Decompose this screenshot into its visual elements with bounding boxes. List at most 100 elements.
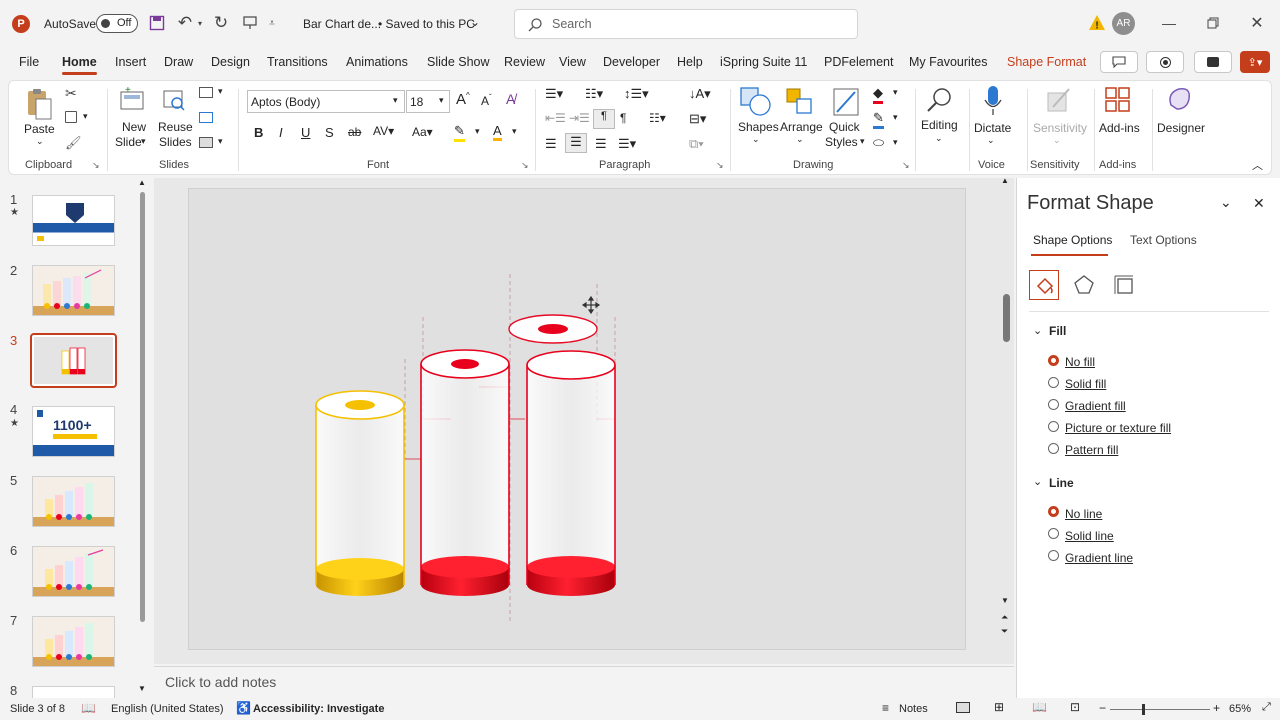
shape-fill-dropdown-icon[interactable]: ▾	[893, 87, 898, 98]
solid-fill-label[interactable]: Solid fill	[1065, 377, 1106, 391]
chevron-down-icon[interactable]: ⌄	[1033, 324, 1042, 337]
ltr-icon[interactable]: ¶	[593, 109, 615, 129]
arrange-button[interactable]: Arrange	[780, 120, 823, 134]
shape-outline-dropdown-icon[interactable]: ▾	[893, 112, 898, 123]
bold-icon[interactable]: B	[254, 125, 263, 140]
slide-thumbnail-1[interactable]	[32, 195, 115, 246]
align-text-icon[interactable]: ⊟▾	[689, 111, 706, 127]
slide-thumbnail-5[interactable]	[32, 476, 115, 527]
quick-styles-dropdown-icon[interactable]: ▾	[860, 136, 865, 147]
fill-line-tab[interactable]	[1029, 270, 1059, 300]
slide-canvas[interactable]	[188, 188, 966, 650]
text-direction-icon[interactable]: ↓A▾	[689, 86, 711, 102]
character-spacing-icon[interactable]: AV▾	[373, 124, 394, 138]
slide-thumbnail-3-selected[interactable]	[30, 333, 117, 388]
new-slide-icon[interactable]: +	[119, 85, 145, 113]
scroll-up-icon[interactable]: ▲	[1001, 176, 1009, 185]
scrollbar-thumb[interactable]	[1003, 294, 1010, 342]
tab-shape-options[interactable]: Shape Options	[1033, 233, 1112, 247]
accessibility-icon[interactable]: ♿	[236, 701, 251, 715]
tab-view[interactable]: View	[559, 55, 586, 69]
previous-slide-icon[interactable]: ⏶	[1001, 612, 1008, 623]
editing-button[interactable]: Editing	[921, 118, 958, 132]
no-line-label[interactable]: No line	[1065, 507, 1102, 521]
reuse-slides-button[interactable]: Reuse	[158, 120, 193, 134]
increase-indent-icon[interactable]: ⇥☰	[569, 111, 590, 125]
share-button[interactable]: ⇪▾	[1240, 51, 1270, 73]
notes-pane[interactable]: Click to add notes	[154, 666, 1014, 698]
layout-dropdown-icon[interactable]: ▾	[218, 86, 223, 97]
italic-icon[interactable]: I	[279, 125, 283, 140]
scroll-down-icon[interactable]: ▼	[1001, 596, 1009, 605]
quick-styles-button[interactable]: Quick	[829, 120, 860, 134]
tab-my-favourites[interactable]: My Favourites	[909, 55, 988, 69]
shapes-icon[interactable]	[739, 86, 773, 118]
gradient-fill-label[interactable]: Gradient fill	[1065, 399, 1126, 413]
dictate-button[interactable]: Dictate	[974, 121, 1011, 135]
font-family-select[interactable]: Aptos (Body) ▾	[247, 90, 405, 113]
section-dropdown-icon[interactable]: ▾	[218, 136, 223, 147]
paste-icon[interactable]	[25, 87, 53, 121]
new-slide-label-2[interactable]: Slide	[115, 135, 142, 149]
shapes-button[interactable]: Shapes	[738, 120, 779, 134]
slide-thumbnail-8[interactable]	[32, 686, 115, 698]
editing-dropdown-icon[interactable]: ⌄	[935, 133, 943, 144]
document-title[interactable]: Bar Chart de...	[303, 17, 381, 31]
tab-design[interactable]: Design	[211, 55, 250, 69]
save-icon[interactable]	[148, 14, 166, 32]
gradient-fill-radio[interactable]	[1048, 399, 1059, 410]
designer-icon[interactable]	[1165, 85, 1195, 115]
restore-icon[interactable]	[1204, 14, 1222, 32]
align-center-icon[interactable]: ☰	[565, 133, 587, 153]
highlight-dropdown-icon[interactable]: ▾	[475, 126, 480, 137]
paste-button[interactable]: Paste	[24, 122, 55, 136]
warning-icon[interactable]: !	[1088, 14, 1106, 32]
reuse-slides-label-2[interactable]: Slides	[159, 135, 192, 149]
reset-icon[interactable]	[199, 112, 213, 123]
chevron-down-icon[interactable]: ⌄	[1033, 475, 1042, 488]
font-color-dropdown-icon[interactable]: ▾	[512, 126, 517, 137]
tab-developer[interactable]: Developer	[603, 55, 660, 69]
picture-texture-fill-label[interactable]: Picture or texture fill	[1065, 421, 1171, 435]
designer-button[interactable]: Designer	[1157, 121, 1205, 135]
microphone-icon[interactable]	[983, 85, 1003, 117]
zoom-slider[interactable]	[1110, 704, 1210, 715]
undo-dropdown-icon[interactable]: ▾	[196, 16, 204, 30]
zoom-out-icon[interactable]: −	[1099, 701, 1106, 715]
record-button[interactable]	[1146, 51, 1184, 73]
tab-draw[interactable]: Draw	[164, 55, 193, 69]
reuse-slides-icon[interactable]	[161, 87, 187, 113]
increase-font-icon[interactable]: A^	[456, 91, 470, 108]
change-case-icon[interactable]: Aa▾	[412, 125, 433, 139]
layout-icon[interactable]	[199, 87, 213, 98]
slide-count[interactable]: Slide 3 of 8	[10, 703, 65, 715]
no-line-radio[interactable]	[1048, 506, 1059, 517]
addins-button[interactable]: Add-ins	[1099, 121, 1140, 135]
zoom-in-icon[interactable]: +	[1213, 701, 1220, 715]
comments-button[interactable]	[1100, 51, 1138, 73]
solid-line-label[interactable]: Solid line	[1065, 529, 1114, 543]
copy-icon[interactable]	[65, 111, 77, 123]
size-properties-tab[interactable]	[1113, 274, 1135, 296]
zoom-slider-thumb[interactable]	[1142, 704, 1145, 715]
collapse-ribbon-icon[interactable]: ︿	[1252, 157, 1263, 173]
solid-fill-radio[interactable]	[1048, 377, 1059, 388]
new-slide-dropdown-icon[interactable]: ▾	[141, 136, 146, 147]
scrollbar-thumb[interactable]	[140, 192, 145, 622]
decrease-indent-icon[interactable]: ⇤☰	[545, 111, 566, 125]
slide-thumbnail-7[interactable]	[32, 616, 115, 667]
font-size-select[interactable]: 18 ▾	[406, 90, 450, 113]
language[interactable]: English (United States)	[111, 703, 224, 715]
tab-pdfelement[interactable]: PDFelement	[824, 55, 893, 69]
quick-styles-icon[interactable]	[831, 86, 861, 118]
font-color-icon[interactable]: A	[493, 123, 502, 141]
tab-transitions[interactable]: Transitions	[267, 55, 328, 69]
editing-icon[interactable]	[925, 85, 955, 115]
solid-line-radio[interactable]	[1048, 528, 1059, 539]
line-section-header[interactable]: Line	[1049, 476, 1074, 490]
tab-animations[interactable]: Animations	[346, 55, 408, 69]
reading-view-icon[interactable]: 📖	[1032, 700, 1047, 714]
tab-text-options[interactable]: Text Options	[1130, 233, 1197, 247]
dialog-launcher-icon[interactable]: ↘	[716, 160, 724, 171]
decrease-font-icon[interactable]: Aˇ	[481, 93, 492, 108]
